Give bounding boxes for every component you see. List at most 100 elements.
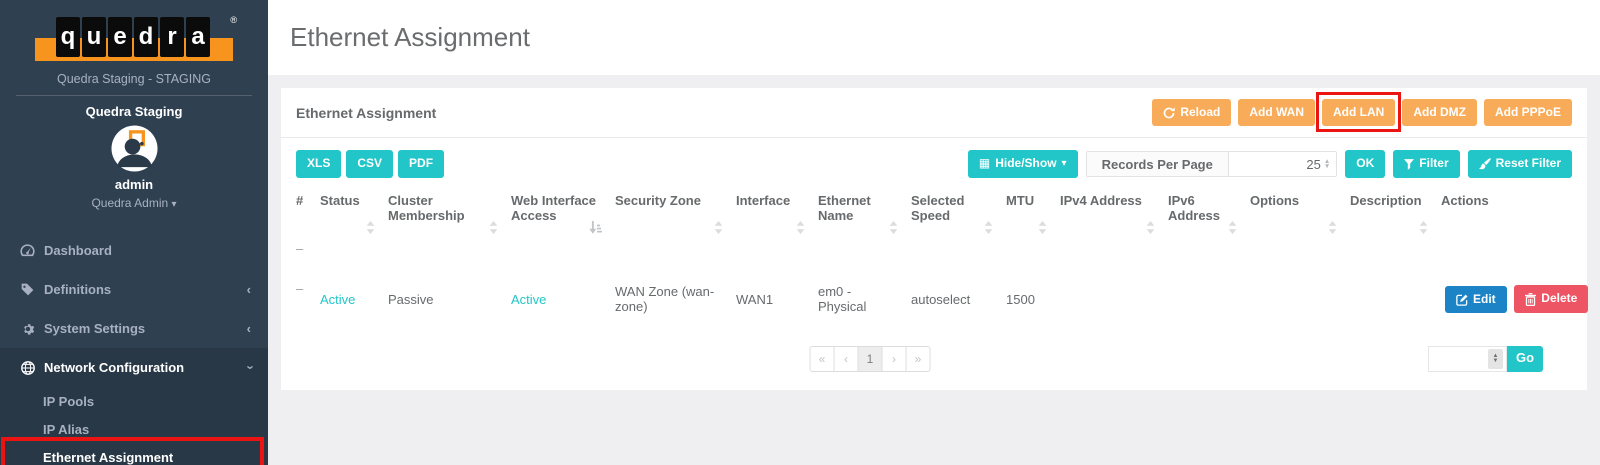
panel-heading: Ethernet Assignment Reload Add WAN Add L… xyxy=(281,88,1587,138)
sidebar-item-label: System Settings xyxy=(44,321,145,336)
col-header-interface[interactable]: Interface xyxy=(736,193,818,240)
pagination: « ‹ 1 › » xyxy=(810,346,931,372)
logo-letter: r xyxy=(160,17,184,57)
username: admin xyxy=(0,177,268,192)
panel-action-buttons: Reload Add WAN Add LAN Add DMZ Add PPPoE xyxy=(1152,99,1572,126)
caret-down-icon: ▾ xyxy=(1062,157,1067,172)
export-buttons: XLS CSV PDF xyxy=(296,150,444,177)
table-row: – Active Passive Active WAN Zone (wan-zo… xyxy=(296,271,1572,328)
org-name: Quedra Staging xyxy=(0,104,268,119)
col-header-mtu[interactable]: MTU xyxy=(1006,193,1060,240)
sidebar-item-definitions[interactable]: Definitions ‹ xyxy=(0,270,268,309)
logo-letter: q xyxy=(56,17,80,57)
caret-down-icon: ▾ xyxy=(172,199,177,210)
cell-status[interactable]: Active xyxy=(320,271,388,328)
add-pppoe-button[interactable]: Add PPPoE xyxy=(1484,99,1572,126)
sidebar-item-ethernet-assignment[interactable]: Ethernet Assignment xyxy=(0,443,268,465)
col-header-cluster-membership[interactable]: Cluster Membership xyxy=(388,193,511,240)
sidebar-item-label: Definitions xyxy=(44,282,111,297)
delete-button[interactable]: Delete xyxy=(1514,285,1588,312)
table-filter-row: – xyxy=(296,240,1572,271)
cell-web-interface-access[interactable]: Active xyxy=(511,271,615,328)
col-header-ethernet-name[interactable]: Ethernet Name xyxy=(818,193,911,240)
add-wan-button[interactable]: Add WAN xyxy=(1238,99,1315,126)
content-area: Ethernet Assignment Reload Add WAN Add L… xyxy=(268,75,1600,403)
sidebar-header: q u e d r a ® Quedra Staging - STAGING Q… xyxy=(0,0,268,210)
chevron-left-icon: ‹ xyxy=(247,282,251,297)
pagination-prev[interactable]: ‹ xyxy=(834,346,859,372)
export-csv-button[interactable]: CSV xyxy=(346,150,393,177)
sort-icon xyxy=(489,221,498,237)
cell-description xyxy=(1350,271,1441,328)
sort-icon xyxy=(1038,221,1047,237)
cell-mtu: 1500 xyxy=(1006,271,1060,328)
col-header-selected-speed[interactable]: Selected Speed xyxy=(911,193,1006,240)
cell-actions: Edit Delete xyxy=(1441,271,1572,328)
sort-ascending-icon xyxy=(589,221,602,237)
export-xls-button[interactable]: XLS xyxy=(296,150,341,177)
sidebar-item-ip-pools[interactable]: IP Pools xyxy=(0,387,268,415)
hide-show-dropdown[interactable]: ▦ Hide/Show ▾ xyxy=(968,150,1078,177)
funnel-icon xyxy=(1404,159,1414,170)
sidebar-item-dashboard[interactable]: Dashboard xyxy=(0,231,268,270)
sidebar-item-system-settings[interactable]: System Settings ‹ xyxy=(0,309,268,348)
col-header-options[interactable]: Options xyxy=(1250,193,1350,240)
reload-button[interactable]: Reload xyxy=(1152,99,1231,126)
col-header-security-zone[interactable]: Security Zone xyxy=(615,193,736,240)
sidebar-item-ip-alias[interactable]: IP Alias xyxy=(0,415,268,443)
filter-placeholder: – xyxy=(296,240,320,271)
pagination-first[interactable]: « xyxy=(810,346,835,372)
go-button[interactable]: Go xyxy=(1507,346,1543,372)
col-header-index: # xyxy=(296,193,320,240)
reset-filter-button[interactable]: Reset Filter xyxy=(1468,150,1572,177)
col-header-ipv6-address[interactable]: IPv6 Address xyxy=(1168,193,1250,240)
panel-title: Ethernet Assignment xyxy=(296,105,436,121)
cell-cluster-membership: Passive xyxy=(388,271,511,328)
add-dmz-button[interactable]: Add DMZ xyxy=(1402,99,1477,126)
logo-letter: u xyxy=(82,17,106,57)
goto-page-control: ▲▼ Go xyxy=(1428,346,1543,372)
pagination-last[interactable]: » xyxy=(906,346,931,372)
records-per-page-label: Records Per Page xyxy=(1087,152,1229,176)
col-header-description[interactable]: Description xyxy=(1350,193,1441,240)
logo-letter: d xyxy=(134,17,158,57)
user-role-dropdown[interactable]: Quedra Admin ▾ xyxy=(0,196,268,210)
col-header-ipv4-address[interactable]: IPv4 Address xyxy=(1060,193,1168,240)
sidebar-item-network-configuration[interactable]: Network Configuration ‹ xyxy=(0,348,268,387)
app-window: q u e d r a ® Quedra Staging - STAGING Q… xyxy=(0,0,1600,465)
export-pdf-button[interactable]: PDF xyxy=(398,150,444,177)
cell-ipv4-address xyxy=(1060,271,1168,328)
edit-button[interactable]: Edit xyxy=(1445,286,1507,313)
sort-icon xyxy=(1146,221,1155,237)
sort-icon xyxy=(1419,221,1428,237)
number-spinner[interactable]: ▲▼ xyxy=(1488,349,1503,369)
cell-selected-speed: autoselect xyxy=(911,271,1006,328)
registered-trademark: ® xyxy=(230,15,237,25)
ok-button[interactable]: OK xyxy=(1345,150,1385,177)
gears-icon xyxy=(20,322,35,336)
brand-logo[interactable]: q u e d r a ® xyxy=(35,17,233,63)
records-per-page-input[interactable] xyxy=(1229,152,1321,176)
logo-letter-tiles: q u e d r a xyxy=(56,17,210,57)
logo-letter: e xyxy=(108,17,132,57)
number-spinner[interactable]: ▲▼ xyxy=(1321,152,1336,176)
page-title: Ethernet Assignment xyxy=(290,22,530,53)
pagination-next[interactable]: › xyxy=(882,346,907,372)
add-lan-button[interactable]: Add LAN xyxy=(1322,99,1395,126)
col-header-status[interactable]: Status xyxy=(320,193,388,240)
refresh-icon xyxy=(1163,107,1175,119)
col-header-web-interface-access[interactable]: Web Interface Access xyxy=(511,193,615,240)
filter-button[interactable]: Filter xyxy=(1393,150,1459,177)
pagination-page-1[interactable]: 1 xyxy=(858,346,883,372)
cell-ipv6-address xyxy=(1168,271,1250,328)
cell-options xyxy=(1250,271,1350,328)
sidebar: q u e d r a ® Quedra Staging - STAGING Q… xyxy=(0,0,268,465)
sort-icon xyxy=(1228,221,1237,237)
table-footer: « ‹ 1 › » ▲▼ Go xyxy=(296,332,1572,390)
goto-page-input[interactable] xyxy=(1429,351,1488,366)
globe-icon xyxy=(20,361,35,375)
paint-brush-icon xyxy=(1479,158,1491,170)
cell-security-zone: WAN Zone (wan-zone) xyxy=(615,271,736,328)
table-grid-icon: ▦ xyxy=(979,155,990,172)
table-header-row: # Status Cluster Membership Web Interfac… xyxy=(296,193,1572,240)
